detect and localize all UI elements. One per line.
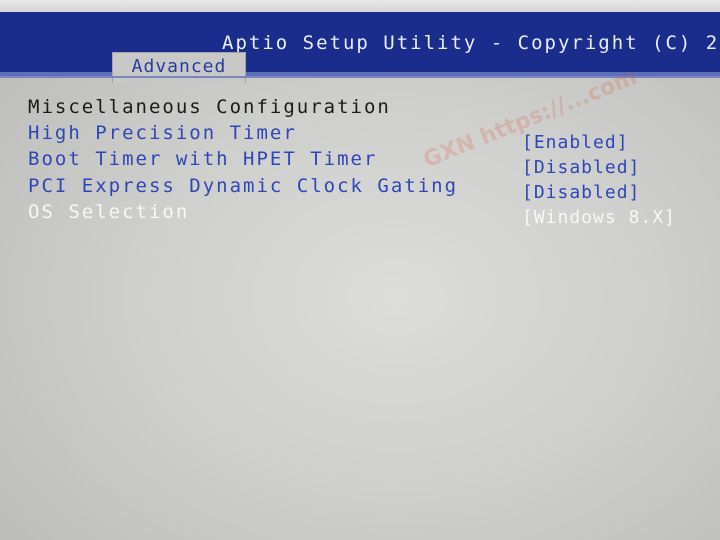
tab-advanced[interactable]: Advanced [112,52,246,83]
bios-title: Aptio Setup Utility - Copyright (C) 201 [222,32,720,54]
setting-label-os-selection[interactable]: OS Selection [28,201,189,223]
setting-value-os-selection[interactable]: [Windows 8.X] [522,207,676,228]
setting-value-high-precision-timer[interactable]: [Enabled] [522,132,629,153]
setting-label-high-precision-timer[interactable]: High Precision Timer [28,122,297,144]
setting-value-pcie-clock-gating[interactable]: [Disabled] [522,182,640,203]
setting-label-boot-timer-hpet[interactable]: Boot Timer with HPET Timer [28,148,377,170]
bios-header: Aptio Setup Utility - Copyright (C) 201 … [0,12,720,83]
section-title: Miscellaneous Configuration [28,96,391,118]
monitor-bezel [0,0,720,12]
setting-label-pcie-clock-gating[interactable]: PCI Express Dynamic Clock Gating [28,175,458,197]
bios-screen: Aptio Setup Utility - Copyright (C) 201 … [0,0,720,540]
setting-value-boot-timer-hpet[interactable]: [Disabled] [522,157,640,178]
